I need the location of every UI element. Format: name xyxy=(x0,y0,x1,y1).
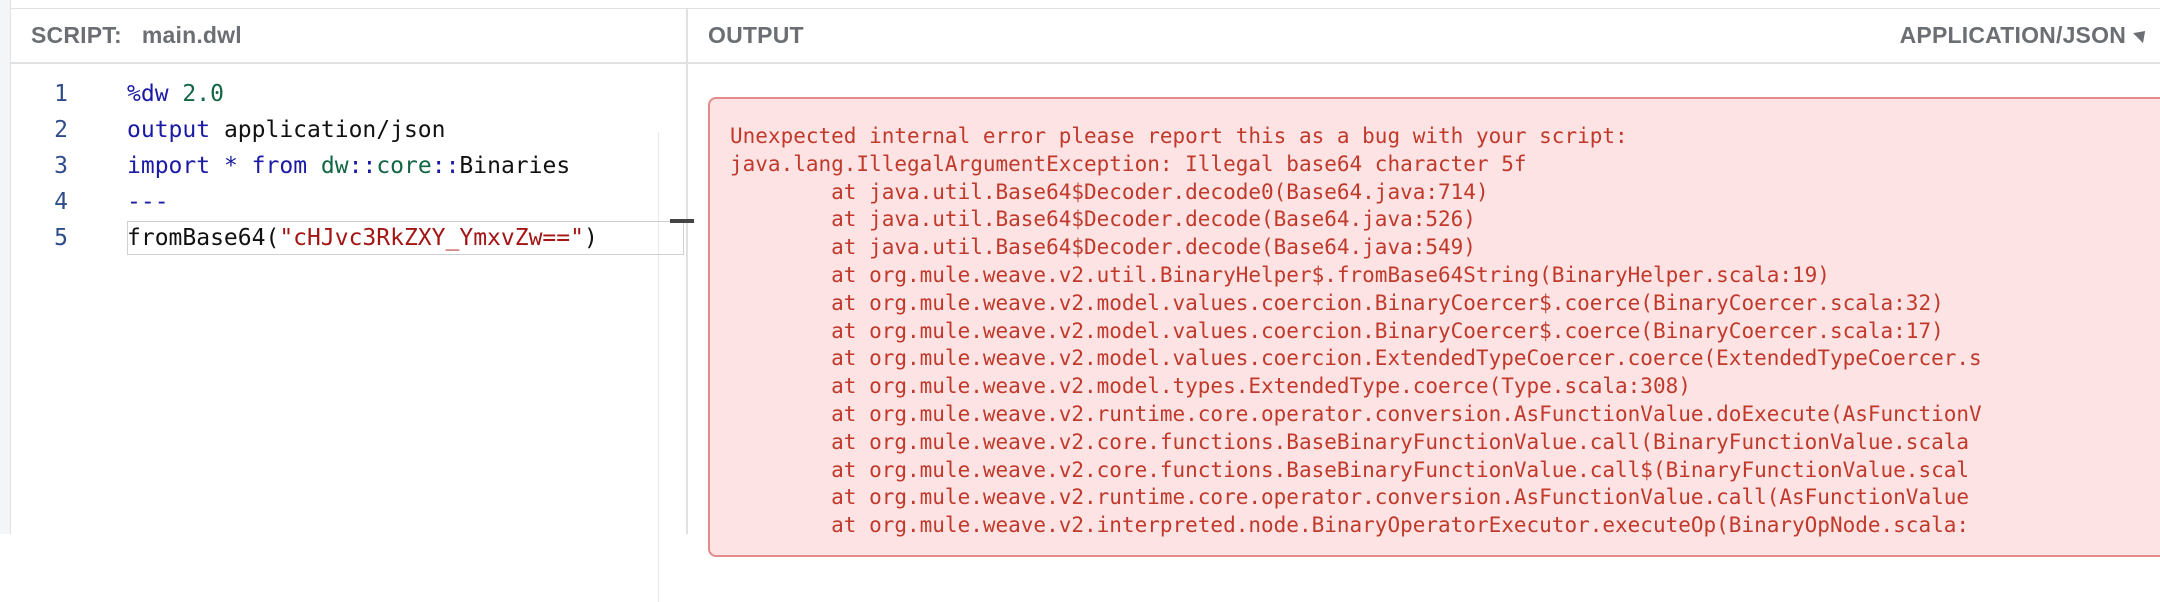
script-filename[interactable]: main.dwl xyxy=(142,22,242,49)
line-number: 5 xyxy=(54,225,68,251)
error-line: at org.mule.weave.v2.model.values.coerci… xyxy=(730,346,1982,371)
code-text[interactable]: import * from dw::core::Binaries xyxy=(127,148,570,184)
output-header: OUTPUT APPLICATION/JSON xyxy=(688,9,2160,64)
code-token: ) xyxy=(583,225,598,251)
error-message-box: Unexpected internal error please report … xyxy=(708,97,2160,557)
line-number: 4 xyxy=(54,189,68,215)
code-line[interactable]: 1 %dw 2.0 xyxy=(11,76,681,112)
code-line[interactable]: 3 import * from dw::core::Binaries xyxy=(11,148,681,184)
error-line: at java.util.Base64$Decoder.decode(Base6… xyxy=(730,235,1476,260)
error-line: at java.util.Base64$Decoder.decode0(Base… xyxy=(730,179,1489,204)
left-edge xyxy=(0,0,11,534)
script-pane: SCRIPT: main.dwl 1 %dw 2.0 2 output applica… xyxy=(11,9,694,602)
code-token: core xyxy=(376,153,432,179)
code-token: %dw xyxy=(127,81,183,107)
error-line: at org.mule.weave.v2.core.functions.Base… xyxy=(730,457,1970,482)
error-line: at org.mule.weave.v2.model.values.coerci… xyxy=(730,290,1944,315)
line-number: 2 xyxy=(54,117,68,143)
script-label: SCRIPT: xyxy=(31,22,122,48)
code-line[interactable]: 4 --- xyxy=(11,184,681,220)
error-line: Unexpected internal error please report … xyxy=(730,124,1628,148)
error-line: java.lang.IllegalArgumentException: Ille… xyxy=(730,151,1527,176)
code-token: Binaries xyxy=(459,153,571,179)
error-line: at org.mule.weave.v2.model.types.Extende… xyxy=(730,374,1691,399)
code-text[interactable]: --- xyxy=(127,184,169,220)
error-line: at org.mule.weave.v2.util.BinaryHelper$.… xyxy=(730,262,1830,287)
code-token: dw xyxy=(320,153,349,179)
line-number: 1 xyxy=(54,81,68,107)
code-token: :: xyxy=(348,153,377,179)
code-text[interactable]: fromBase64("cHJvc3RkZXY_YmxvZw==") xyxy=(127,220,598,256)
code-token: application/json xyxy=(210,117,446,143)
code-token: output xyxy=(127,117,211,143)
script-header: SCRIPT: main.dwl xyxy=(11,9,686,64)
error-line: at org.mule.weave.v2.interpreted.node.Bi… xyxy=(730,513,1970,538)
line-number: 3 xyxy=(54,153,68,179)
code-text[interactable]: output application/json xyxy=(127,112,446,148)
code-editor[interactable]: 1 %dw 2.0 2 output application/json 3 import … xyxy=(11,64,686,602)
code-line[interactable]: 2 output application/json xyxy=(11,112,681,148)
code-text[interactable]: %dw 2.0 xyxy=(127,76,224,112)
error-line: at java.util.Base64$Decoder.decode(Base6… xyxy=(730,207,1476,232)
code-token: fromBase64( xyxy=(127,225,280,251)
output-label: OUTPUT xyxy=(708,22,804,48)
error-line: at org.mule.weave.v2.runtime.core.operat… xyxy=(730,401,1982,426)
code-token: from xyxy=(251,153,308,179)
error-line: at org.mule.weave.v2.runtime.core.operat… xyxy=(730,485,1970,510)
code-token: :: xyxy=(431,153,460,179)
error-line: at org.mule.weave.v2.core.functions.Base… xyxy=(730,429,1970,454)
dataweave-playground: SCRIPT: main.dwl 1 %dw 2.0 2 output applica… xyxy=(0,0,2160,602)
error-line: at org.mule.weave.v2.model.values.coerci… xyxy=(730,318,1944,343)
code-line[interactable]: 5 fromBase64("cHJvc3RkZXY_YmxvZw==") xyxy=(11,220,684,256)
code-token: --- xyxy=(127,189,169,215)
output-pane: OUTPUT APPLICATION/JSON Unexpected inter… xyxy=(688,9,2160,557)
output-format-selector[interactable]: APPLICATION/JSON xyxy=(1900,22,2151,49)
error-stacktrace: Unexpected internal error please report … xyxy=(730,123,1982,540)
code-token: * xyxy=(223,153,238,179)
code-token: import xyxy=(127,153,211,179)
code-token: "cHJvc3RkZXY_YmxvZw==" xyxy=(279,225,584,251)
output-format-label[interactable]: APPLICATION/JSON xyxy=(1900,22,2126,49)
code-token: 2.0 xyxy=(182,81,224,107)
caret-down-icon[interactable] xyxy=(2133,25,2151,43)
